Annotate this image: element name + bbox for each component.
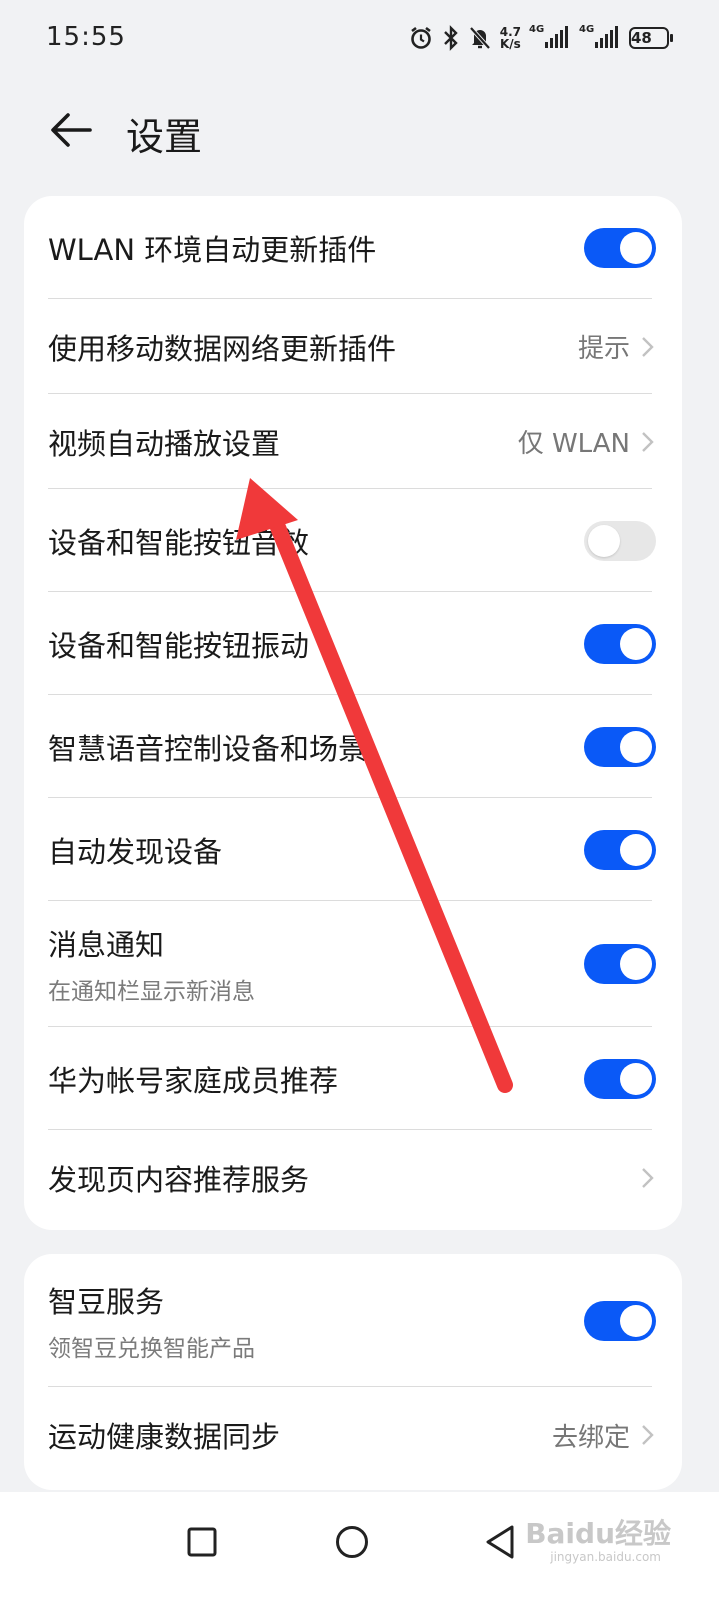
chevron-right-icon: [642, 336, 654, 357]
page-title: 设置: [126, 115, 203, 159]
row-title: 发现页内容推荐服务: [48, 1163, 310, 1197]
row-subtitle: 领智豆兑换智能产品: [48, 1335, 255, 1362]
app-header: 设置: [0, 90, 719, 170]
row-wlan-auto-update[interactable]: WLAN 环境自动更新插件: [24, 196, 682, 299]
row-value: 去绑定: [551, 1422, 630, 1453]
net-speed-unit: K/s: [499, 37, 521, 51]
battery-icon: 48: [629, 27, 673, 49]
home-icon: [336, 1526, 368, 1558]
row-title: 设备和智能按钮音效: [48, 525, 310, 560]
chevron-right-icon: [642, 431, 654, 452]
row-subtitle: 在通知栏显示新消息: [48, 979, 255, 1005]
row-title: WLAN 环境自动更新插件: [48, 232, 377, 267]
navigation-bar: Baidu经验 jingyan.baidu.com: [0, 1492, 719, 1600]
signal-2-label: 4G: [579, 24, 595, 35]
back-triangle-icon: [486, 1525, 514, 1559]
row-family-recommend[interactable]: 华为帐号家庭成员推荐: [24, 1027, 682, 1130]
row-video-autoplay[interactable]: 视频自动播放设置 仅 WLAN: [24, 394, 682, 489]
network-speed: 4.7 K/s: [500, 26, 521, 50]
toggle-switch[interactable]: [584, 829, 656, 870]
signal-1-label: 4G: [529, 24, 545, 35]
row-auto-discover[interactable]: 自动发现设备: [24, 798, 682, 901]
toggle-switch[interactable]: [584, 623, 656, 664]
row-title: 自动发现设备: [48, 834, 223, 869]
toggle-switch[interactable]: [584, 520, 656, 561]
back-nav-button[interactable]: [470, 1512, 530, 1572]
row-title: 设备和智能按钮振动: [48, 628, 310, 663]
row-value: 提示: [577, 334, 630, 364]
back-button[interactable]: [42, 102, 98, 158]
home-button[interactable]: [322, 1512, 382, 1572]
row-notifications[interactable]: 消息通知 在通知栏显示新消息: [24, 901, 682, 1027]
settings-card-secondary: 智豆服务 领智豆兑换智能产品 运动健康数据同步 去绑定: [24, 1254, 682, 1490]
watermark-url: jingyan.baidu.com: [550, 1550, 661, 1564]
toggle-switch[interactable]: [584, 1058, 656, 1099]
signal-1-icon: 4G: [529, 24, 571, 48]
mute-icon: [468, 25, 492, 51]
settings-card-main: WLAN 环境自动更新插件 使用移动数据网络更新插件 提示 视频自动播放设置 仅…: [24, 196, 682, 1230]
row-health-sync[interactable]: 运动健康数据同步 去绑定: [24, 1387, 682, 1483]
row-title: 使用移动数据网络更新插件: [48, 331, 397, 366]
bluetooth-icon: [442, 25, 460, 51]
toggle-switch[interactable]: [584, 726, 656, 767]
row-mobile-data-update[interactable]: 使用移动数据网络更新插件 提示: [24, 299, 682, 394]
row-button-vibration[interactable]: 设备和智能按钮振动: [24, 592, 682, 695]
row-title: 运动健康数据同步: [48, 1420, 281, 1454]
toggle-switch[interactable]: [584, 944, 656, 984]
row-zhidou-service[interactable]: 智豆服务 领智豆兑换智能产品: [24, 1254, 682, 1387]
row-title: 视频自动播放设置: [48, 426, 281, 461]
alarm-icon: [408, 25, 434, 51]
row-discover-recommend[interactable]: 发现页内容推荐服务: [24, 1130, 682, 1226]
recent-apps-icon: [187, 1527, 217, 1557]
signal-2-icon: 4G: [579, 24, 621, 48]
chevron-right-icon: [642, 1425, 654, 1445]
recent-apps-button[interactable]: [172, 1512, 232, 1572]
row-value: 仅 WLAN: [517, 429, 630, 459]
toggle-switch[interactable]: [584, 227, 656, 268]
toggle-switch[interactable]: [584, 1300, 656, 1341]
row-title: 智慧语音控制设备和场景: [48, 731, 368, 766]
status-icons: 4.7 K/s 4G 4G 48: [408, 18, 673, 58]
row-title: 智豆服务: [48, 1284, 165, 1319]
status-bar: 15:55 4.7 K/s 4G 4G 48: [0, 0, 719, 75]
watermark: Baidu经验: [525, 1517, 671, 1550]
row-title: 华为帐号家庭成员推荐: [48, 1063, 339, 1098]
row-voice-control[interactable]: 智慧语音控制设备和场景: [24, 695, 682, 798]
row-button-sound[interactable]: 设备和智能按钮音效: [24, 489, 682, 592]
row-title: 消息通知: [48, 928, 165, 962]
status-time: 15:55: [46, 22, 126, 52]
chevron-right-icon: [642, 1168, 654, 1188]
back-arrow-icon: [51, 113, 92, 147]
